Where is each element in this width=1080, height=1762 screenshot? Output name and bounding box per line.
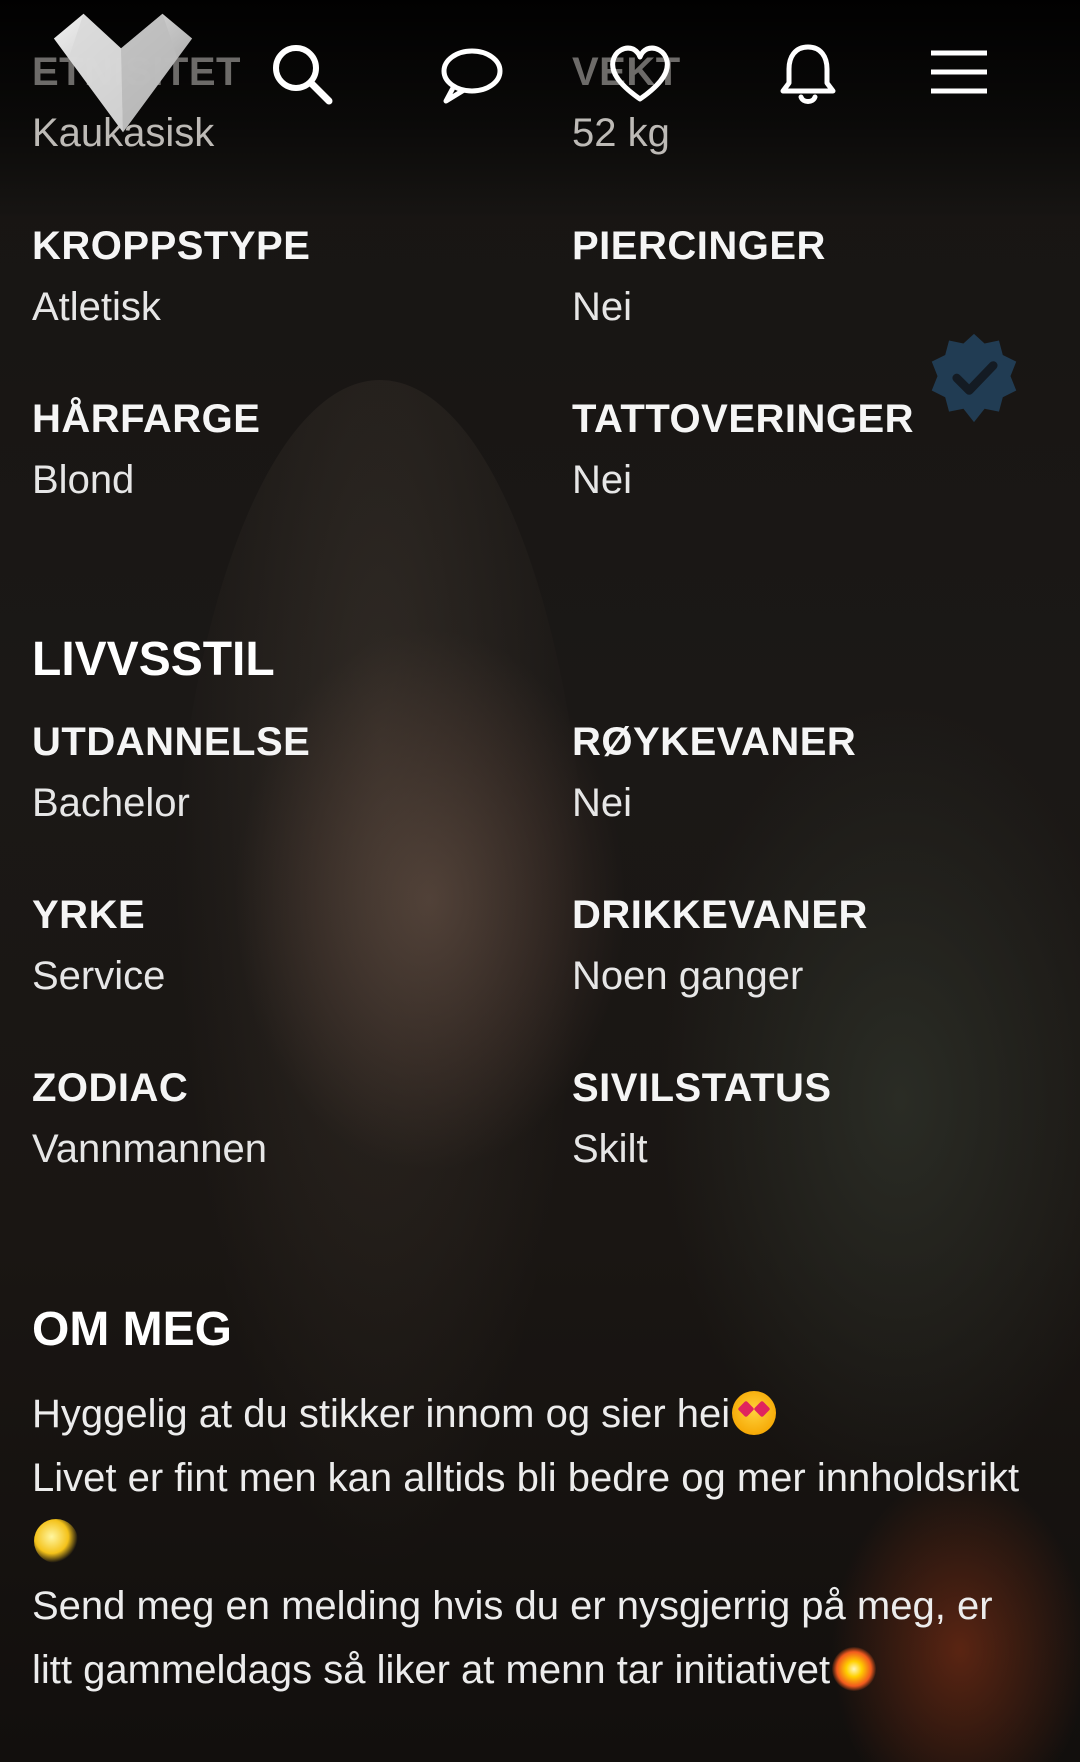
about-line-text: Livet er fint men kan alltids bli bedre … [32,1456,1020,1500]
about-line: Livet er fint men kan alltids bli bedre … [32,1446,1042,1574]
detail-label: KROPPSTYPE [32,224,311,268]
detail-piercings: PIERCINGER Nei [572,224,826,330]
heart-logo[interactable] [44,8,202,138]
detail-drinking: DRIKKEVANER Noen ganger [572,893,868,999]
detail-education: UTDANNELSE Bachelor [32,720,310,826]
detail-hair-color: HÅRFARGE Blond [32,397,260,503]
detail-occupation: YRKE Service [32,893,165,999]
detail-value: Nei [572,285,633,329]
detail-value: Vannmannen [32,1127,267,1171]
about-line-text: Hyggelig at du stikker innom og sier hei [32,1392,731,1436]
detail-value: Nei [572,458,633,502]
detail-smoking: RØYKEVANER Nei [572,720,856,826]
detail-value: Nei [572,781,633,825]
dizzy-emoji-icon [34,1519,78,1563]
star-struck-emoji-icon [732,1391,777,1435]
detail-value: Bachelor [32,781,190,825]
detail-value: Skilt [572,1127,648,1171]
detail-label: SIVILSTATUS [572,1066,832,1110]
detail-marital-status: SIVILSTATUS Skilt [572,1066,832,1172]
detail-label: PIERCINGER [572,224,826,268]
detail-zodiac: ZODIAC Vannmannen [32,1066,267,1172]
top-navigation-bar [0,0,1080,150]
section-title-about: OM MEG [32,1303,232,1356]
detail-label: YRKE [32,893,146,937]
search-button[interactable] [264,36,340,112]
about-line: Send meg en melding hvis du er nysgjerri… [32,1574,1042,1702]
detail-tattoos: TATTOVERINGER Nei [572,397,914,503]
favorites-button[interactable] [602,36,678,112]
section-title-lifestyle: LIVVSSTIL [32,633,275,686]
menu-button[interactable] [922,36,998,112]
about-text: Hyggelig at du stikker innom og sier hei… [32,1382,1042,1702]
detail-label: UTDANNELSE [32,720,311,764]
notifications-button[interactable] [770,36,846,112]
detail-label: HÅRFARGE [32,397,261,441]
detail-label: DRIKKEVANER [572,893,868,937]
bell-icon [780,44,836,104]
detail-label: TATTOVERINGER [572,397,915,441]
search-icon [273,45,333,105]
detail-label: ZODIAC [32,1066,189,1110]
detail-value: Noen ganger [572,954,804,998]
messages-button[interactable] [433,36,509,112]
heart-icon [610,45,670,102]
about-line: Hyggelig at du stikker innom og sier hei [32,1382,1042,1446]
detail-value: Service [32,954,166,998]
detail-body-type: KROPPSTYPE Atletisk [32,224,310,330]
chat-icon [441,48,503,104]
collision-emoji-icon [832,1647,877,1691]
menu-icon [931,50,987,94]
detail-value: Blond [32,458,135,502]
detail-value: Atletisk [32,285,161,329]
verified-badge-icon [931,333,1017,423]
detail-label: RØYKEVANER [572,720,857,764]
